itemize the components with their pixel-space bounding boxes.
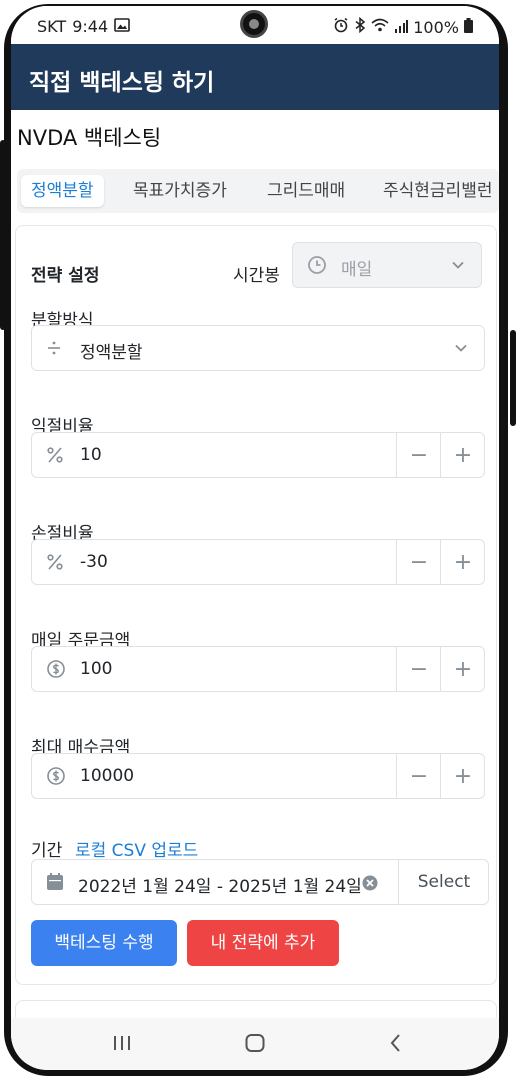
stop-loss-field: -30 − + (31, 539, 485, 585)
app-bar: 직접 백테스팅 하기 (11, 44, 499, 110)
tab-grid-trading[interactable]: 그리드매매 (267, 175, 345, 207)
date-range-value: 2022년 1월 24일 - 2025년 1월 24일 (78, 877, 362, 897)
timeframe-label: 시간봉 (233, 266, 280, 286)
daily-order-input[interactable]: 100 (80, 659, 112, 679)
date-range-picker[interactable]: 2022년 1월 24일 - 2025년 1월 24일 Select (31, 859, 489, 905)
screen: SKT 9:44 100% 직접 백테스팅 하기 NVDA 백테스팅 정액분할 … (11, 6, 499, 1070)
split-method-value: 정액분할 (80, 343, 143, 363)
decrement-button[interactable]: − (396, 540, 441, 584)
date-select-button[interactable]: Select (398, 860, 489, 904)
increment-button[interactable]: + (440, 433, 485, 477)
timeframe-value: 매일 (341, 260, 373, 280)
tab-rebalance[interactable]: 주식현금리밸런 (383, 175, 492, 207)
max-buy-field: 10000 − + (31, 753, 485, 799)
max-buy-input[interactable]: 10000 (80, 766, 134, 786)
back-icon[interactable] (385, 1032, 407, 1058)
take-profit-input[interactable]: 10 (80, 445, 102, 465)
clock: 9:44 (72, 17, 109, 36)
strategy-tabs: 정액분할 목표가치증가 그리드매매 주식현금리밸런 (17, 169, 499, 213)
battery-level: 100% (413, 17, 459, 37)
decrement-button[interactable]: − (396, 754, 441, 798)
wifi-icon (371, 17, 389, 37)
chevron-down-icon (454, 340, 468, 359)
run-backtest-button[interactable]: 백테스팅 수행 (31, 920, 177, 966)
power-button (510, 330, 516, 426)
take-profit-field: 10 − + (31, 432, 485, 478)
tab-target-value[interactable]: 목표가치증가 (133, 175, 227, 207)
battery-icon (464, 17, 473, 37)
image-icon (114, 17, 130, 36)
increment-button[interactable]: + (440, 754, 485, 798)
percent-icon (46, 445, 64, 470)
dollar-icon (46, 659, 66, 684)
daily-order-field: 100 − + (31, 646, 485, 692)
volume-button (0, 140, 6, 330)
add-to-strategy-button[interactable]: 내 전략에 추가 (187, 920, 339, 966)
signal-icon (394, 18, 409, 37)
app-title: 직접 백테스팅 하기 (29, 70, 215, 96)
dollar-icon (46, 766, 66, 791)
bluetooth-icon (354, 16, 366, 37)
carrier: SKT (37, 17, 67, 36)
csv-upload-link[interactable]: 로컬 CSV 업로드 (75, 836, 198, 861)
increment-button[interactable]: + (440, 540, 485, 584)
status-bar: SKT 9:44 100% (11, 6, 499, 44)
divide-icon (46, 338, 62, 363)
calendar-icon (46, 872, 64, 896)
clock-icon (307, 255, 327, 279)
camera-cutout (240, 10, 268, 38)
recent-apps-icon[interactable] (111, 1032, 133, 1058)
section-title: 전략 설정 (31, 266, 100, 286)
decrement-button[interactable]: − (396, 647, 441, 691)
period-label: 기간 (31, 841, 63, 861)
increment-button[interactable]: + (440, 647, 485, 691)
chevron-down-icon (451, 257, 465, 276)
tab-fixed-split[interactable]: 정액분할 (21, 175, 104, 207)
split-method-select[interactable]: 정액분할 (31, 325, 485, 371)
home-icon[interactable] (244, 1032, 266, 1058)
decrement-button[interactable]: − (396, 433, 441, 477)
system-nav-bar (11, 1018, 499, 1070)
page-title: NVDA 백테스팅 (17, 126, 162, 150)
timeframe-select[interactable]: 매일 (292, 242, 482, 288)
percent-icon (46, 552, 64, 577)
clear-icon[interactable] (362, 875, 378, 895)
stop-loss-input[interactable]: -30 (80, 552, 108, 572)
alarm-icon (333, 17, 349, 37)
